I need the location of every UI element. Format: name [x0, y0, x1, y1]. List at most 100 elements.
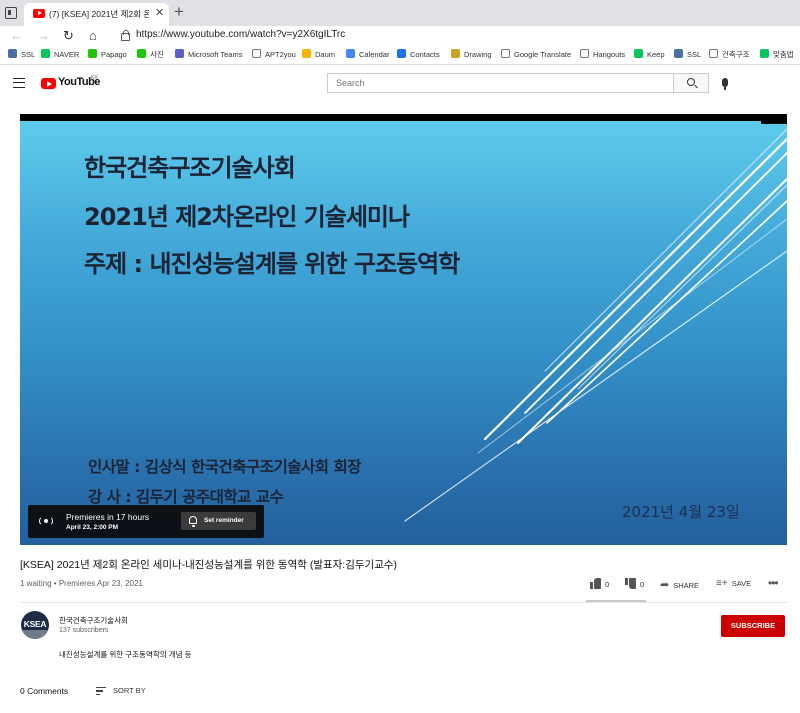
slide-heading-seminar: 2021년 제2차온라인 기술세미나	[84, 203, 410, 231]
premiere-countdown: Premieres in 17 hours	[66, 512, 150, 522]
search-button[interactable]	[673, 73, 709, 93]
bell-icon	[189, 516, 197, 527]
share-button[interactable]: ➦ SHARE	[660, 578, 699, 591]
channel-avatar-text: KSEA	[23, 619, 47, 629]
address-bar[interactable]: https://www.youtube.com/watch?v=y2X6tgIL…	[136, 29, 345, 40]
tab-title: (7) [KSEA] 2021년 제2회 온라인 세	[49, 9, 149, 19]
bookmark-favicon-icon	[252, 49, 261, 58]
subscribe-button[interactable]: SUBSCRIBE	[721, 615, 785, 637]
bookmark-favicon-icon	[674, 49, 683, 58]
video-player[interactable]: 한국건축구조기술사회 2021년 제2차온라인 기술세미나 주제 : 내진성능설…	[20, 114, 787, 545]
search-icon	[687, 78, 695, 86]
tab-actions-icon[interactable]	[5, 7, 17, 19]
set-reminder-label: Set reminder	[204, 517, 244, 524]
slide-date: 2021년 4월 23일	[622, 503, 740, 521]
save-label: SAVE	[731, 579, 752, 588]
slide-corner-mark	[761, 121, 787, 124]
bookmark-favicon-icon	[397, 49, 406, 58]
decorative-lines	[404, 128, 787, 522]
like-count: 0	[605, 580, 610, 589]
sort-by-button[interactable]: SORT BY	[113, 686, 146, 695]
slide-heading-topic: 주제 : 내진성능설계를 위한 구조동역학	[84, 250, 460, 278]
bookmark-label: Drawing	[464, 50, 492, 59]
lock-icon[interactable]	[120, 30, 130, 41]
bookmark-item[interactable]: Hangouts	[580, 49, 625, 60]
bookmark-label: Google Translate	[514, 50, 572, 59]
bookmark-label: 맞춤법	[773, 50, 794, 59]
bookmark-item[interactable]: Papago	[88, 49, 127, 60]
premiere-overlay: Premieres in 17 hours April 23, 2:00 PM …	[28, 505, 264, 538]
bookmark-favicon-icon	[501, 49, 510, 58]
bookmark-item[interactable]: Calendar	[346, 49, 389, 60]
bookmark-item[interactable]: Contacts	[397, 49, 440, 60]
video-meta: 1 waiting • Premieres Apr 23, 2021	[20, 579, 143, 588]
bookmark-label: Contacts	[410, 50, 440, 59]
forward-button[interactable]: →	[37, 27, 50, 44]
bookmark-label: SSL	[21, 50, 36, 59]
bookmark-item[interactable]: 사진	[137, 49, 164, 60]
bookmark-item[interactable]: NAVER	[41, 49, 79, 60]
new-tab-button[interactable]: +	[174, 3, 184, 21]
premiere-date: April 23, 2:00 PM	[66, 524, 119, 531]
bookmark-item[interactable]: 맞춤법	[760, 49, 794, 60]
bookmarks-bar: SSL NAVER Papago 사진 Microsoft Teams APT2you Da…	[0, 46, 800, 65]
bookmark-label: Calendar	[359, 50, 390, 59]
sort-icon[interactable]	[96, 687, 106, 695]
bookmark-label: Hangouts	[593, 50, 626, 59]
menu-icon[interactable]	[13, 78, 25, 88]
bookmark-favicon-icon	[451, 49, 460, 58]
bookmark-favicon-icon	[137, 49, 146, 58]
reload-button[interactable]: ↻	[63, 27, 74, 44]
bookmark-item[interactable]: SSL	[8, 49, 35, 60]
youtube-logo-icon[interactable]	[41, 78, 56, 89]
home-button[interactable]: ⌂	[89, 27, 97, 44]
like-button[interactable]: 0	[590, 578, 609, 589]
search-input[interactable]	[327, 73, 673, 93]
bookmark-label: NAVER	[54, 50, 80, 59]
divider	[20, 602, 787, 603]
bookmark-item[interactable]: Google Translate	[501, 49, 571, 60]
slide-heading-org: 한국건축구조기술사회	[84, 154, 296, 182]
mic-icon[interactable]	[722, 78, 728, 90]
bookmark-label: Keep	[647, 50, 665, 59]
bookmark-item[interactable]: SSL	[674, 49, 701, 60]
tab-close-icon[interactable]: ✕	[155, 6, 164, 19]
browser-tab-active[interactable]: (7) [KSEA] 2021년 제2회 온라인 세 ✕	[24, 3, 169, 26]
bookmark-favicon-icon	[302, 49, 311, 58]
comments-count: 0 Comments	[20, 686, 69, 696]
slide-greeting: 인사말 : 김상식 한국건축구조기술사회 회장	[88, 458, 361, 476]
bookmark-item[interactable]: Drawing	[451, 49, 492, 60]
slide-speaker: 강 사 : 김두기 공주대학교 교수	[88, 488, 284, 506]
bookmark-item[interactable]: 건축구조	[709, 49, 750, 60]
save-button[interactable]: ≡+ SAVE	[716, 578, 751, 589]
save-playlist-icon: ≡+	[716, 578, 728, 589]
set-reminder-button[interactable]: Set reminder	[181, 512, 256, 530]
dislike-button[interactable]: 0	[625, 578, 644, 589]
bookmark-label: SSL	[687, 50, 702, 59]
bookmark-label: APT2you	[265, 50, 296, 59]
bookmark-favicon-icon	[709, 49, 718, 58]
bookmark-item[interactable]: Keep	[634, 49, 665, 60]
thumb-up-icon	[590, 578, 601, 589]
bookmark-item[interactable]: Daum	[302, 49, 335, 60]
bookmark-item[interactable]: Microsoft Teams	[175, 49, 242, 60]
live-broadcast-icon	[39, 515, 53, 527]
bookmark-favicon-icon	[88, 49, 97, 58]
bookmark-label: 건축구조	[722, 50, 750, 59]
channel-name[interactable]: 한국건축구조기술사회	[59, 615, 128, 626]
video-slide: 한국건축구조기술사회 2021년 제2차온라인 기술세미나 주제 : 내진성능설…	[20, 121, 787, 545]
bookmark-label: Papago	[101, 50, 127, 59]
share-icon: ➦	[660, 579, 670, 591]
browser-toolbar: ← → ↻ ⌂ https://www.youtube.com/watch?v=…	[0, 26, 800, 46]
bookmark-favicon-icon	[8, 49, 17, 58]
dislike-count: 0	[640, 580, 645, 589]
channel-avatar[interactable]: KSEA	[21, 611, 49, 639]
thumb-down-icon	[625, 578, 636, 589]
more-actions-icon[interactable]: •••	[768, 576, 779, 590]
bookmark-item[interactable]: APT2you	[252, 49, 296, 60]
browser-tab-strip: (7) [KSEA] 2021년 제2회 온라인 세 ✕ +	[0, 0, 800, 26]
region-code: KR	[91, 75, 98, 81]
share-label: SHARE	[673, 581, 700, 590]
bookmark-label: Microsoft Teams	[188, 50, 243, 59]
back-button[interactable]: ←	[10, 27, 23, 44]
